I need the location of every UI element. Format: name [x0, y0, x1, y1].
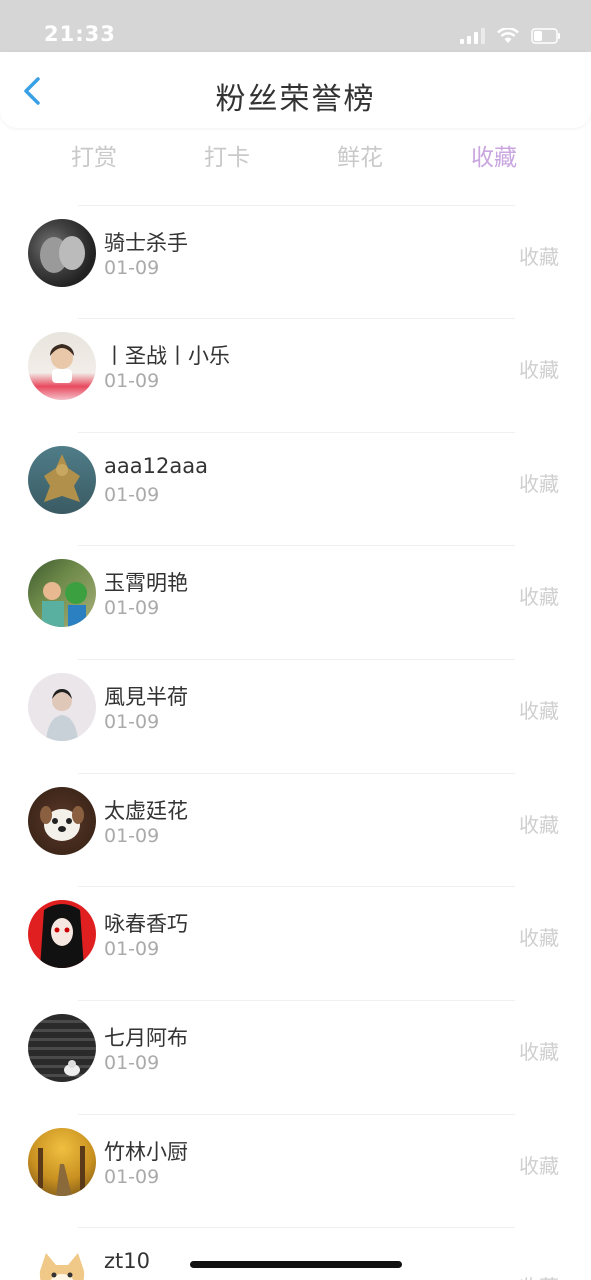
- divider: [78, 205, 515, 206]
- avatar[interactable]: [28, 673, 96, 741]
- tab-reward[interactable]: 打赏: [44, 138, 144, 172]
- date: 01-09: [104, 370, 160, 392]
- list-item[interactable]: 太虚廷花 01-09 收藏: [0, 773, 591, 886]
- user-name: 風見半荷: [104, 685, 188, 709]
- list-item[interactable]: 七月阿布 01-09 收藏: [0, 1000, 591, 1113]
- divider: [78, 886, 515, 887]
- divider: [78, 659, 515, 660]
- status-icons: [460, 26, 561, 46]
- favorite-label[interactable]: 收藏: [519, 241, 559, 270]
- list-item[interactable]: 咏春香巧 01-09 收藏: [0, 886, 591, 999]
- list-item[interactable]: aaa12aaa 01-09 收藏: [0, 432, 591, 545]
- navigation-header: 粉丝荣誉榜: [0, 52, 591, 128]
- divider: [78, 1000, 515, 1001]
- avatar[interactable]: [28, 900, 96, 968]
- user-name: aaa12aaa: [104, 454, 208, 478]
- user-name: zt10: [104, 1249, 150, 1273]
- avatar[interactable]: [28, 1128, 96, 1196]
- avatar[interactable]: [28, 1241, 96, 1280]
- signal-icon: [460, 28, 485, 44]
- list-item[interactable]: 玉霄明艳 01-09 收藏: [0, 545, 591, 658]
- date: 01-09: [104, 484, 160, 506]
- wifi-icon: [497, 28, 519, 43]
- divider: [78, 545, 515, 546]
- status-bar: 21:33: [0, 0, 591, 52]
- list-item[interactable]: zt10 收藏: [0, 1227, 591, 1280]
- favorite-label[interactable]: 收藏: [519, 468, 559, 497]
- avatar[interactable]: [28, 559, 96, 627]
- user-name: 丨圣战丨小乐: [104, 344, 230, 368]
- divider: [78, 1114, 515, 1115]
- favorite-label[interactable]: 收藏: [519, 695, 559, 724]
- user-name: 玉霄明艳: [104, 571, 188, 595]
- list-item[interactable]: 竹林小厨 01-09 收藏: [0, 1114, 591, 1227]
- list-item[interactable]: 丨圣战丨小乐 01-09 收藏: [0, 318, 591, 431]
- date: 01-09: [104, 1166, 160, 1188]
- user-name: 竹林小厨: [104, 1140, 188, 1164]
- date: 01-09: [104, 597, 160, 619]
- user-name: 太虚廷花: [104, 799, 188, 823]
- date: 01-09: [104, 1052, 160, 1074]
- favorite-label[interactable]: 收藏: [519, 1150, 559, 1179]
- favorite-label[interactable]: 收藏: [519, 1036, 559, 1065]
- status-time: 21:33: [44, 22, 116, 46]
- avatar[interactable]: [28, 1014, 96, 1082]
- list-item[interactable]: 骑士杀手 01-09 收藏: [0, 205, 591, 318]
- user-name: 骑士杀手: [104, 231, 188, 255]
- user-name: 咏春香巧: [104, 912, 188, 936]
- tab-checkin[interactable]: 打卡: [177, 138, 277, 172]
- avatar[interactable]: [28, 446, 96, 514]
- avatar[interactable]: [28, 219, 96, 287]
- favorite-label[interactable]: 收藏: [519, 922, 559, 951]
- user-name: 七月阿布: [104, 1026, 188, 1050]
- tab-bar: 打赏 打卡 鲜花 收藏: [0, 138, 591, 178]
- favorite-label[interactable]: 收藏: [519, 809, 559, 838]
- tab-favorites[interactable]: 收藏: [444, 138, 544, 172]
- screen: 21:33 粉丝荣誉榜 打赏 打卡 鲜花 收藏 骑士杀手 01-09 收藏 丨圣…: [0, 0, 591, 1280]
- list-item[interactable]: 風見半荷 01-09 收藏: [0, 659, 591, 772]
- divider: [78, 432, 515, 433]
- avatar[interactable]: [28, 332, 96, 400]
- date: 01-09: [104, 938, 160, 960]
- avatar[interactable]: [28, 787, 96, 855]
- favorite-label[interactable]: 收藏: [519, 354, 559, 383]
- favorite-label[interactable]: 收藏: [519, 581, 559, 610]
- date: 01-09: [104, 257, 160, 279]
- battery-icon: [531, 28, 560, 44]
- page-title: 粉丝荣誉榜: [215, 82, 376, 117]
- home-indicator[interactable]: [190, 1261, 402, 1268]
- date: 01-09: [104, 825, 160, 847]
- divider: [78, 1227, 515, 1228]
- favorite-label[interactable]: 收藏: [519, 1271, 559, 1280]
- divider: [78, 773, 515, 774]
- tab-flowers[interactable]: 鲜花: [310, 138, 410, 172]
- divider: [78, 318, 515, 319]
- date: 01-09: [104, 711, 160, 733]
